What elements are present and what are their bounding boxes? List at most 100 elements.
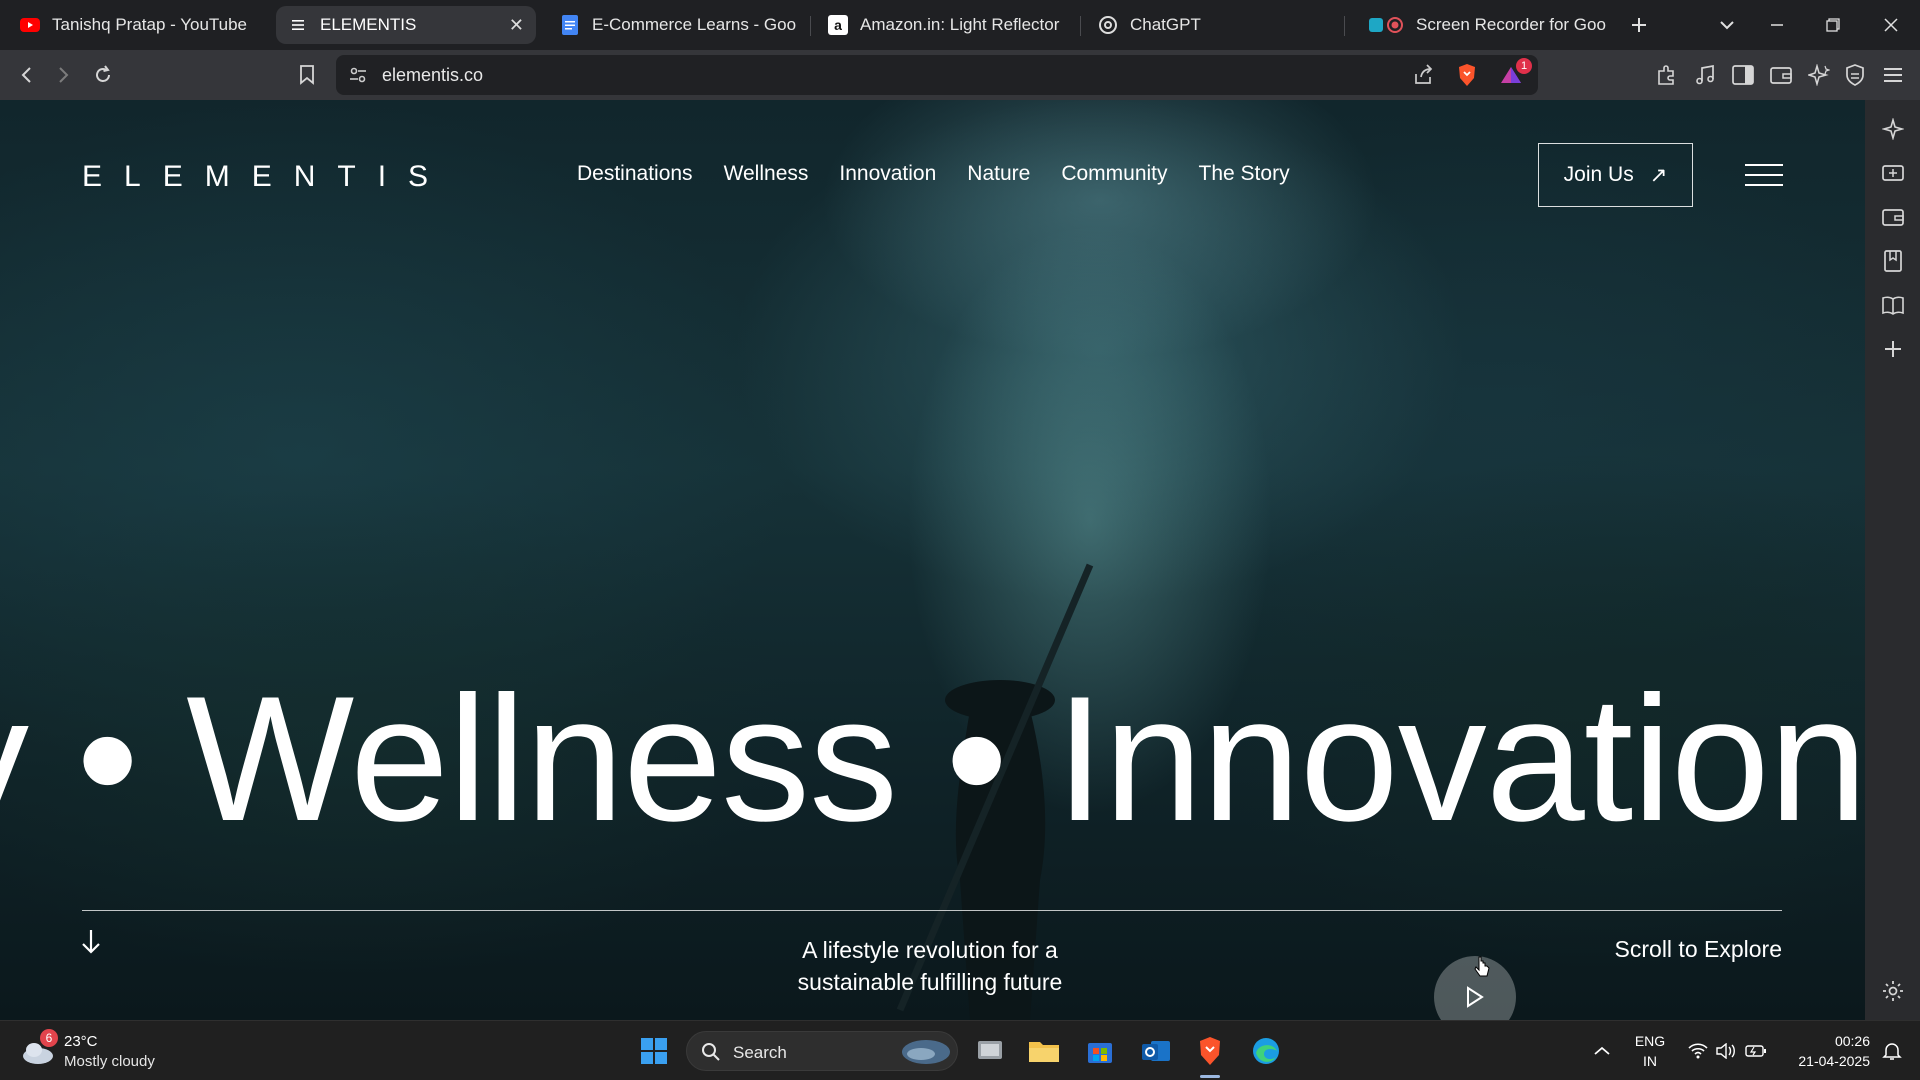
- plus-icon: [1632, 18, 1646, 32]
- amazon-icon: a: [828, 15, 848, 35]
- nav-destinations[interactable]: Destinations: [577, 162, 693, 186]
- bookmark-icon: [300, 65, 314, 85]
- close-icon[interactable]: ✕: [509, 15, 524, 36]
- hero-divider: [82, 910, 1782, 911]
- store-icon: [1088, 1043, 1112, 1063]
- task-view-button[interactable]: [972, 1033, 1008, 1069]
- mouse-cursor-icon: [1474, 956, 1490, 977]
- nav-innovation[interactable]: Innovation: [839, 162, 936, 186]
- nav-community[interactable]: Community: [1061, 162, 1167, 186]
- hero-marquee-text: y • Wellness • Innovation: [0, 659, 1865, 858]
- shield-icon: [1846, 64, 1864, 86]
- window-close-button[interactable]: [1876, 10, 1906, 40]
- tab-amazon[interactable]: a Amazon.in: Light Reflector: [816, 6, 1074, 44]
- speaker-icon: [1716, 1043, 1735, 1059]
- sidepanel-leo-button[interactable]: [1878, 114, 1908, 144]
- new-tab-button[interactable]: [1624, 10, 1654, 40]
- bookmark-button[interactable]: [292, 60, 322, 90]
- back-button[interactable]: [12, 60, 42, 90]
- tab-chatgpt[interactable]: ChatGPT: [1086, 6, 1336, 44]
- media-button[interactable]: [1690, 60, 1720, 90]
- play-icon: [1467, 986, 1484, 1008]
- site-settings-icon[interactable]: [348, 65, 368, 90]
- windows-logo-icon: [641, 1038, 667, 1064]
- arrow-down-icon[interactable]: [80, 928, 102, 956]
- browser-toolbar: elementis.co 1: [0, 50, 1920, 100]
- forward-button[interactable]: [48, 60, 78, 90]
- site-menu-button[interactable]: [1745, 160, 1783, 190]
- task-view-icon: [978, 1041, 1002, 1059]
- tab-search-button[interactable]: [1712, 10, 1742, 40]
- windows-taskbar: 6 23°C Mostly cloudy Search ENG IN 00:26…: [0, 1020, 1920, 1080]
- tab-separator: [1080, 16, 1081, 36]
- bookmarks-icon: [1884, 250, 1902, 272]
- browser-tab-strip: Tanishq Pratap - YouTube ELEMENTIS ✕ E-C…: [0, 0, 1920, 50]
- outlook-button[interactable]: [1138, 1033, 1174, 1069]
- sidepanel-add-button[interactable]: [1878, 334, 1908, 364]
- weather-description: Mostly cloudy: [64, 1053, 155, 1070]
- start-button[interactable]: [636, 1033, 672, 1069]
- file-explorer-button[interactable]: [1026, 1033, 1062, 1069]
- edge-icon: [1253, 1038, 1279, 1064]
- tab-youtube[interactable]: Tanishq Pratap - YouTube: [8, 6, 270, 44]
- nav-nature[interactable]: Nature: [967, 162, 1030, 186]
- edge-button[interactable]: [1248, 1033, 1284, 1069]
- wallet-icon: [1770, 67, 1792, 84]
- tab-title: Tanishq Pratap - YouTube: [52, 15, 248, 34]
- hero-tagline: A lifestyle revolution for a sustainable…: [797, 937, 1063, 995]
- tab-elementis[interactable]: ELEMENTIS ✕: [276, 6, 536, 44]
- microsoft-store-button[interactable]: [1082, 1033, 1118, 1069]
- page-viewport: ELEMENTIS Destinations Wellness Innovati…: [0, 100, 1865, 1020]
- tab-title: Amazon.in: Light Reflector: [860, 15, 1060, 34]
- elementis-favicon: [288, 15, 308, 35]
- minimize-button[interactable]: [1762, 10, 1792, 40]
- reload-icon: [96, 65, 110, 82]
- sparkle-icon: [1882, 118, 1904, 140]
- share-icon[interactable]: [1412, 64, 1434, 91]
- restore-icon: [1826, 18, 1840, 32]
- chatgpt-icon: [1098, 15, 1118, 35]
- sidepanel-wallet-button[interactable]: [1878, 202, 1908, 232]
- brave-taskbar-button[interactable]: [1192, 1033, 1228, 1069]
- sidepanel-talk-button[interactable]: [1878, 158, 1908, 188]
- search-icon: [702, 1043, 720, 1061]
- join-us-button[interactable]: Join Us ↗: [1538, 143, 1693, 207]
- scroll-to-explore-label: Scroll to Explore: [1614, 936, 1782, 962]
- sidepanel-reading-list-button[interactable]: [1878, 290, 1908, 320]
- tab-screen-recorder[interactable]: Screen Recorder for Google: [1356, 6, 1606, 44]
- tab-title: ELEMENTIS: [320, 15, 417, 34]
- address-bar[interactable]: elementis.co 1: [336, 55, 1538, 95]
- site-logo[interactable]: ELEMENTIS: [82, 160, 450, 194]
- reload-button[interactable]: [88, 60, 118, 90]
- sparkle-icon: [1808, 64, 1830, 86]
- sidebar-icon: [1732, 65, 1754, 85]
- tab-google-docs[interactable]: E-Commerce Learns - Google D: [548, 6, 796, 44]
- join-us-label: Join Us: [1563, 163, 1634, 186]
- hamburger-icon: [1884, 68, 1902, 82]
- nav-wellness[interactable]: Wellness: [724, 162, 809, 186]
- sidepanel-settings-button[interactable]: [1878, 976, 1908, 1006]
- restore-button[interactable]: [1818, 10, 1848, 40]
- brave-shields-icon[interactable]: [1456, 63, 1478, 92]
- reading-list-icon: [1882, 296, 1904, 315]
- extensions-button[interactable]: [1652, 60, 1682, 90]
- nav-the-story[interactable]: The Story: [1199, 162, 1290, 186]
- sidepanel-bookmarks-button[interactable]: [1878, 246, 1908, 276]
- arrow-left-icon: [21, 67, 31, 83]
- chevron-down-icon: [1720, 21, 1734, 30]
- vpn-button[interactable]: [1840, 60, 1870, 90]
- notifications-button[interactable]: [1874, 1033, 1910, 1069]
- sidebar-toggle-button[interactable]: [1728, 60, 1758, 90]
- minimize-icon: [1771, 24, 1783, 26]
- arrow-up-right-icon: ↗: [1649, 163, 1668, 187]
- taskbar-search[interactable]: Search: [686, 1031, 958, 1071]
- leo-ai-button[interactable]: [1804, 60, 1834, 90]
- wallet-button[interactable]: [1766, 60, 1796, 90]
- wifi-icon: [1688, 1043, 1708, 1059]
- main-menu-button[interactable]: [1878, 60, 1908, 90]
- language-code: ENG: [1634, 1033, 1666, 1049]
- screen-recorder-icon: [1368, 15, 1404, 35]
- tab-title: ChatGPT: [1130, 15, 1201, 34]
- battery-status[interactable]: [1738, 1033, 1774, 1069]
- show-hidden-icons-button[interactable]: [1584, 1033, 1620, 1069]
